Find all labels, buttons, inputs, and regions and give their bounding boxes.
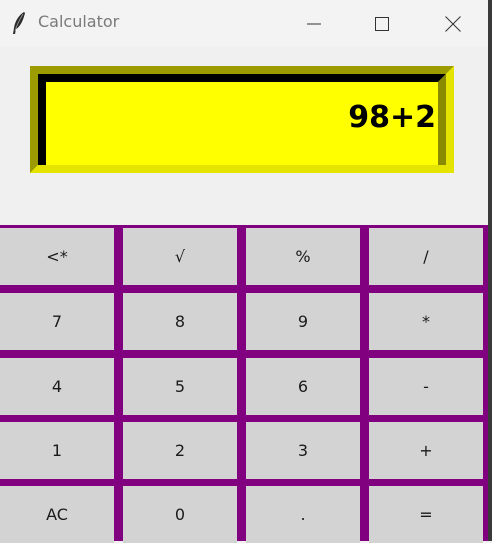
- backspace-button[interactable]: <*: [0, 228, 114, 285]
- close-icon: [445, 15, 461, 32]
- digit-1-button[interactable]: 1: [0, 422, 114, 479]
- display-expression: 98+2: [348, 100, 436, 135]
- maximize-button[interactable]: [359, 0, 405, 47]
- divide-button[interactable]: /: [369, 228, 483, 285]
- digit-2-button[interactable]: 2: [123, 422, 237, 479]
- equals-button[interactable]: =: [369, 486, 483, 543]
- add-button[interactable]: +: [369, 422, 483, 479]
- maximize-icon: [375, 16, 389, 31]
- sqrt-button[interactable]: √: [123, 228, 237, 285]
- digit-8-button[interactable]: 8: [123, 293, 237, 350]
- digit-0-button[interactable]: 0: [123, 486, 237, 543]
- subtract-button[interactable]: -: [369, 358, 483, 415]
- clear-button[interactable]: AC: [0, 486, 114, 543]
- digit-5-button[interactable]: 5: [123, 358, 237, 415]
- keypad: <* √ % / 7 8 9 * 4 5 6 - 1 2 3 + AC 0 . …: [0, 225, 488, 543]
- digit-6-button[interactable]: 6: [246, 358, 360, 415]
- window-title: Calculator: [38, 12, 120, 31]
- digit-4-button[interactable]: 4: [0, 358, 114, 415]
- calculator-window: Calculator 98+2 <* √ % / 7 8 9 * 4 5 6 -…: [0, 0, 492, 543]
- digit-3-button[interactable]: 3: [246, 422, 360, 479]
- close-button[interactable]: [430, 0, 476, 47]
- percent-button[interactable]: %: [246, 228, 360, 285]
- digit-7-button[interactable]: 7: [0, 293, 114, 350]
- title-bar[interactable]: Calculator: [0, 0, 488, 47]
- minimize-button[interactable]: [291, 0, 337, 47]
- feather-icon: [11, 11, 27, 35]
- multiply-button[interactable]: *: [369, 293, 483, 350]
- decimal-button[interactable]: .: [246, 486, 360, 543]
- minimize-icon: [307, 23, 321, 24]
- digit-9-button[interactable]: 9: [246, 293, 360, 350]
- display-panel: 98+2: [30, 66, 454, 173]
